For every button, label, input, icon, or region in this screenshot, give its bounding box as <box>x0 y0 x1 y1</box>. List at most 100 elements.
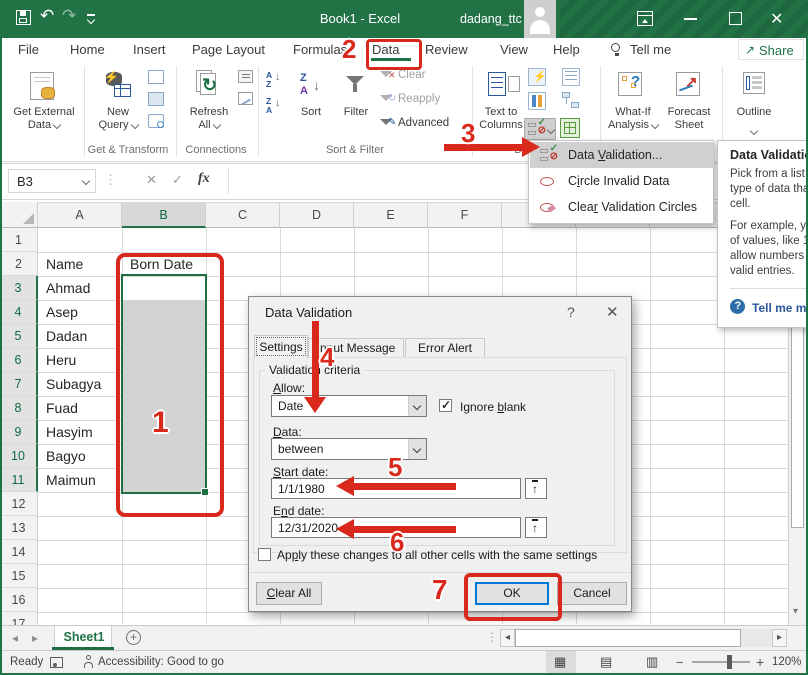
redo-icon[interactable]: ↷ <box>62 6 76 26</box>
row-header-14[interactable]: 14 <box>0 540 38 564</box>
zoom-slider-track[interactable] <box>692 661 750 663</box>
row-header-13[interactable]: 13 <box>0 516 38 540</box>
ribbon-tab-insert[interactable]: Insert <box>133 42 166 57</box>
dialog-tab-error-alert[interactable]: Error Alert <box>405 338 485 358</box>
sort-asc-icon[interactable]: AZ ↓ <box>264 70 286 90</box>
flash-fill-icon[interactable]: ⚡ <box>528 68 546 86</box>
remove-duplicates-icon[interactable] <box>528 92 546 110</box>
data-dropdown-icon[interactable] <box>408 439 426 459</box>
data-validation-dropdown-icon[interactable] <box>547 126 555 134</box>
new-sheet-button[interactable]: + <box>126 630 141 645</box>
cell-a9[interactable]: Hasyim <box>42 420 93 444</box>
ribbon-tab-review[interactable]: Review <box>425 42 468 57</box>
ribbon-tab-formulas[interactable]: Formulas <box>293 42 347 57</box>
scroll-down-icon[interactable]: ▾ <box>793 606 798 617</box>
end-date-collapse-button[interactable]: ↑ <box>525 517 547 538</box>
view-page-break-button[interactable]: ▥ <box>638 651 668 674</box>
dialog-close-icon[interactable]: ✕ <box>606 303 619 321</box>
from-table-icon[interactable] <box>148 92 164 106</box>
close-button[interactable]: ✕ <box>770 9 783 29</box>
cell-a2[interactable]: Name <box>42 252 83 276</box>
allow-dropdown[interactable]: Date <box>271 395 427 417</box>
sheet-tab-sheet1[interactable]: Sheet1 <box>54 626 112 648</box>
menu-item-data-validation[interactable]: ✓⊘Data Validation... <box>530 142 714 168</box>
row-header-7[interactable]: 7 <box>0 372 38 396</box>
show-queries-icon[interactable] <box>148 70 164 84</box>
row-header-3[interactable]: 3 <box>0 276 38 300</box>
clear-all-button[interactable]: Clear All <box>256 582 322 605</box>
cancel-button[interactable]: Cancel <box>557 582 627 605</box>
advanced-filter-button[interactable]: ✎ Advanced <box>380 116 460 134</box>
row-header-12[interactable]: 12 <box>0 492 38 516</box>
data-dropdown[interactable]: between <box>271 438 427 460</box>
insert-function-icon[interactable]: fx <box>198 171 210 187</box>
cell-a3[interactable]: Ahmad <box>42 276 90 300</box>
avatar[interactable] <box>524 0 556 38</box>
consolidate-icon[interactable] <box>562 68 580 86</box>
cell-a10[interactable]: Bagyo <box>42 444 86 468</box>
zoom-out-icon[interactable]: − <box>676 655 684 670</box>
hscroll-left-button[interactable]: ◂ <box>500 629 515 647</box>
view-normal-button[interactable]: ▦ <box>546 651 576 674</box>
relationships-icon[interactable] <box>562 92 580 110</box>
sheet-nav-left-icon[interactable]: ◂ <box>12 631 18 645</box>
cell-a11[interactable]: Maimun <box>42 468 96 492</box>
hscroll-track[interactable] <box>741 629 772 647</box>
formula-cancel-icon[interactable]: ✕ <box>146 172 157 188</box>
minimize-button[interactable] <box>680 8 702 30</box>
view-page-layout-button[interactable]: ▤ <box>592 651 622 674</box>
ribbon-tab-home[interactable]: Home <box>70 42 105 57</box>
clear-filter-button[interactable]: ✕ Clear <box>380 68 460 86</box>
undo-icon[interactable]: ↶ <box>40 6 54 26</box>
accessibility-status[interactable]: Accessibility: Good to go <box>98 656 224 668</box>
cell-a7[interactable]: Subagya <box>42 372 101 396</box>
row-header-11[interactable]: 11 <box>0 468 38 492</box>
quick-access-customize-icon[interactable] <box>86 14 96 24</box>
menu-item-clear-validation-circles[interactable]: Clear Validation Circles <box>530 194 714 220</box>
formula-bar-dots-icon[interactable]: ⋮ <box>104 172 117 188</box>
ribbon-tab-file[interactable]: File <box>18 42 39 57</box>
tell-me-label[interactable]: Tell me <box>630 42 671 57</box>
horizontal-scroll-thumb[interactable] <box>515 629 741 647</box>
ribbon-tab-help[interactable]: Help <box>553 42 580 57</box>
tab-bar-dots-icon[interactable]: ⋮ <box>486 630 498 644</box>
row-header-15[interactable]: 15 <box>0 564 38 588</box>
ignore-blank-checkbox[interactable]: ✓ <box>439 399 452 412</box>
name-box-dropdown-icon[interactable] <box>82 177 90 185</box>
allow-dropdown-icon[interactable] <box>408 396 426 416</box>
row-header-1[interactable]: 1 <box>0 228 38 252</box>
column-header-c[interactable]: C <box>206 202 280 228</box>
formula-enter-icon[interactable]: ✓ <box>172 172 183 188</box>
menu-item-circle-invalid-data[interactable]: Circle Invalid Data <box>530 168 714 194</box>
column-header-e[interactable]: E <box>354 202 428 228</box>
column-header-b[interactable]: B <box>122 202 206 228</box>
column-header-a[interactable]: A <box>38 202 122 228</box>
connection-properties-icon[interactable] <box>238 70 253 83</box>
row-header-8[interactable]: 8 <box>0 396 38 420</box>
accessibility-icon[interactable] <box>82 655 94 669</box>
sheet-nav-right-icon[interactable]: ▸ <box>32 631 38 645</box>
reapply-filter-button[interactable]: ↻ Reapply <box>380 92 460 110</box>
row-header-16[interactable]: 16 <box>0 588 38 612</box>
zoom-slider-handle[interactable] <box>727 655 732 669</box>
dialog-tab-settings[interactable]: Settings <box>254 335 308 358</box>
manage-data-model-icon[interactable] <box>560 118 580 138</box>
edit-links-icon[interactable] <box>238 92 253 105</box>
cell-a6[interactable]: Heru <box>42 348 76 372</box>
apply-changes-checkbox[interactable] <box>258 548 271 561</box>
sort-desc-icon[interactable]: ZA ↓ <box>264 96 286 116</box>
column-header-f[interactable]: F <box>428 202 502 228</box>
user-name[interactable]: dadang_ttc <box>460 12 522 26</box>
cell-a8[interactable]: Fuad <box>42 396 78 420</box>
row-header-4[interactable]: 4 <box>0 300 38 324</box>
zoom-in-icon[interactable]: + <box>756 654 764 670</box>
column-header-d[interactable]: D <box>280 202 354 228</box>
macro-record-icon[interactable] <box>50 657 63 668</box>
share-button[interactable]: ↗ Share <box>738 39 804 60</box>
maximize-button[interactable] <box>725 8 747 30</box>
start-date-collapse-button[interactable]: ↑ <box>525 478 547 499</box>
row-header-9[interactable]: 9 <box>0 420 38 444</box>
row-header-6[interactable]: 6 <box>0 348 38 372</box>
ribbon-tab-page-layout[interactable]: Page Layout <box>192 42 265 57</box>
ribbon-display-options-icon[interactable] <box>637 11 653 26</box>
